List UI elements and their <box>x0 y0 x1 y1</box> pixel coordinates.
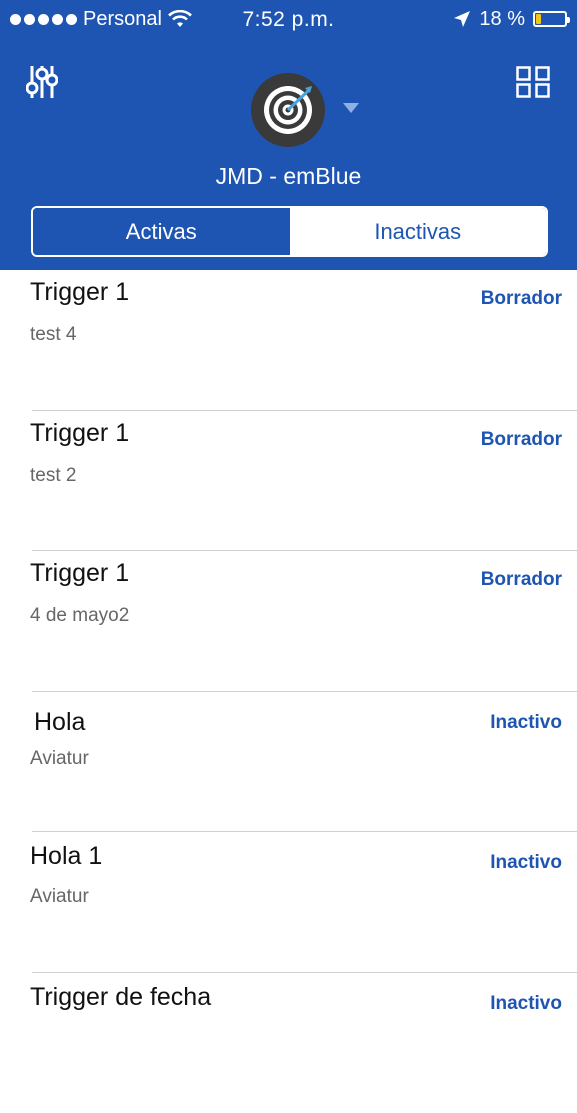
location-arrow-icon <box>453 10 471 28</box>
account-dropdown-icon[interactable] <box>343 103 359 113</box>
battery-percentage: 18 % <box>479 8 525 31</box>
grid-icon[interactable] <box>516 66 550 98</box>
list-item[interactable]: Trigger 1 test 4 Borrador <box>0 270 577 411</box>
list-item[interactable]: Trigger de fecha Inactivo <box>0 973 577 1113</box>
segmented-control: Activas Inactivas <box>31 206 548 257</box>
battery-icon <box>533 11 567 27</box>
account-avatar[interactable] <box>251 73 325 147</box>
item-title: Hola 1 <box>30 842 102 871</box>
item-title: Trigger de fecha <box>30 983 211 1012</box>
item-subtitle: Aviatur <box>30 748 89 770</box>
status-badge: Inactivo <box>490 712 562 734</box>
sliders-icon[interactable] <box>26 64 58 100</box>
status-badge: Borrador <box>481 288 562 310</box>
list-item[interactable]: Trigger 1 4 de mayo2 Borrador <box>0 551 577 692</box>
status-badge: Inactivo <box>490 852 562 874</box>
status-badge: Inactivo <box>490 993 562 1015</box>
item-title: Hola <box>34 708 85 737</box>
item-subtitle: 4 de mayo2 <box>30 605 129 627</box>
tab-inactivas[interactable]: Inactivas <box>290 208 547 255</box>
target-icon <box>260 82 316 138</box>
status-badge: Borrador <box>481 429 562 451</box>
item-title: Trigger 1 <box>30 278 129 307</box>
item-subtitle: test 4 <box>30 324 76 346</box>
account-name: JMD - emBlue <box>0 163 577 190</box>
tab-activas[interactable]: Activas <box>33 208 290 255</box>
item-title: Trigger 1 <box>30 419 129 448</box>
list-item[interactable]: Hola 1 Aviatur Inactivo <box>0 832 577 973</box>
trigger-list: Trigger 1 test 4 Borrador Trigger 1 test… <box>0 270 577 1113</box>
list-item[interactable]: Hola Aviatur Inactivo <box>0 692 577 833</box>
app-header: Personal 7:52 p.m. 18 % <box>0 0 577 270</box>
status-bar: Personal 7:52 p.m. 18 % <box>0 6 577 32</box>
item-subtitle: Aviatur <box>30 886 89 908</box>
item-title: Trigger 1 <box>30 559 129 588</box>
item-subtitle: test 2 <box>30 465 76 487</box>
list-item[interactable]: Trigger 1 test 2 Borrador <box>0 411 577 552</box>
status-badge: Borrador <box>481 569 562 591</box>
